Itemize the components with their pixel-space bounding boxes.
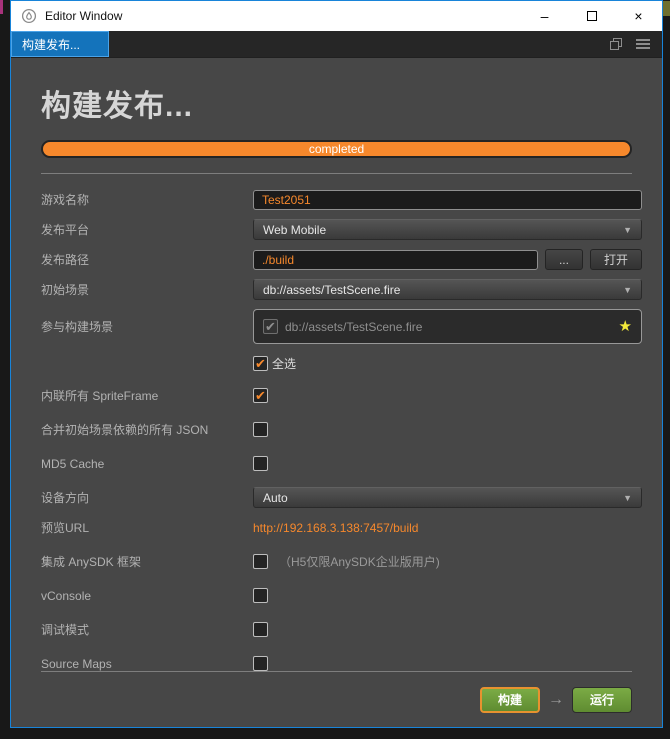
- background-accent-left: [0, 0, 3, 14]
- row-inline-spriteframe: 内联所有 SpriteFrame ✔: [41, 385, 642, 406]
- build-path-label: 发布路径: [41, 253, 90, 267]
- tab-build-publish[interactable]: 构建发布...: [11, 31, 109, 57]
- build-progress-bar: completed: [41, 140, 632, 158]
- star-icon[interactable]: ★: [619, 319, 632, 334]
- build-settings-form: 游戏名称 发布平台 Web Mobile ▼ 发布路径 ...: [41, 189, 642, 671]
- chevron-down-icon: ▼: [623, 284, 632, 295]
- scene-item-checkbox: ✔: [263, 319, 278, 334]
- build-path-input[interactable]: [253, 249, 538, 270]
- vconsole-label: vConsole: [41, 588, 92, 603]
- game-name-input[interactable]: [253, 189, 642, 210]
- page-title: 构建发布...: [41, 90, 194, 123]
- merge-json-label: 合并初始场景依赖的所有 JSON: [41, 423, 209, 437]
- divider-top: [41, 173, 632, 174]
- run-button[interactable]: 运行: [572, 686, 632, 713]
- platform-select[interactable]: Web Mobile ▼: [253, 219, 642, 240]
- orientation-selected-value: Auto: [263, 490, 288, 505]
- row-debug-mode: 调试模式: [41, 619, 642, 640]
- md5-cache-checkbox[interactable]: [253, 456, 268, 471]
- open-path-button[interactable]: 打开: [589, 249, 642, 270]
- anysdk-checkbox[interactable]: [253, 554, 268, 569]
- vconsole-checkbox[interactable]: [253, 588, 268, 603]
- row-build-path: 发布路径 ... 打开: [41, 249, 642, 270]
- start-scene-label: 初始场景: [41, 283, 90, 297]
- row-vconsole: vConsole: [41, 585, 642, 606]
- check-icon: ✔: [255, 388, 266, 403]
- source-maps-label: Source Maps: [41, 656, 112, 671]
- scene-item-path: db://assets/TestScene.fire: [285, 319, 423, 334]
- select-all-checkbox[interactable]: ✔: [253, 356, 268, 371]
- row-scenes-list: 参与构建场景 ✔ db://assets/TestScene.fire ★: [41, 309, 642, 344]
- float-panel-icon[interactable]: [610, 38, 622, 50]
- window-controls: – ×: [521, 1, 662, 31]
- inline-spriteframe-label: 内联所有 SpriteFrame: [41, 389, 159, 403]
- row-start-scene: 初始场景 db://assets/TestScene.fire ▼: [41, 279, 642, 300]
- debug-mode-label: 调试模式: [41, 623, 90, 637]
- chevron-down-icon: ▼: [623, 224, 632, 235]
- minimize-button[interactable]: –: [521, 1, 568, 31]
- background-accent-right: [663, 1, 670, 16]
- platform-selected-value: Web Mobile: [263, 222, 327, 237]
- row-select-all: ✔ 全选: [41, 353, 642, 374]
- arrow-right-icon: →: [548, 690, 564, 708]
- browse-path-button[interactable]: ...: [544, 249, 583, 270]
- row-source-maps: Source Maps: [41, 653, 642, 671]
- anysdk-label: 集成 AnySDK 框架: [41, 555, 142, 569]
- titlebar: Editor Window – ×: [11, 1, 662, 31]
- row-platform: 发布平台 Web Mobile ▼: [41, 219, 642, 240]
- source-maps-checkbox[interactable]: [253, 656, 268, 671]
- preview-url-link[interactable]: http://192.168.3.138:7457/build: [253, 521, 418, 535]
- row-preview-url: 预览URL http://192.168.3.138:7457/build: [41, 517, 642, 538]
- row-anysdk: 集成 AnySDK 框架 （H5仅限AnySDK企业版用户): [41, 551, 642, 572]
- tab-label: 构建发布...: [22, 37, 81, 52]
- close-icon: ×: [634, 8, 643, 24]
- debug-mode-checkbox[interactable]: [253, 622, 268, 637]
- merge-json-checkbox[interactable]: [253, 422, 268, 437]
- window-title: Editor Window: [45, 9, 123, 23]
- start-scene-select[interactable]: db://assets/TestScene.fire ▼: [253, 279, 642, 300]
- app-logo-icon: [21, 8, 37, 24]
- md5-cache-label: MD5 Cache: [41, 456, 105, 471]
- row-md5-cache: MD5 Cache: [41, 453, 642, 474]
- check-icon: ✔: [255, 356, 266, 371]
- row-game-name: 游戏名称: [41, 189, 642, 210]
- select-all-label: 全选: [272, 357, 297, 371]
- minimize-icon: –: [540, 8, 549, 24]
- chevron-down-icon: ▼: [623, 492, 632, 503]
- maximize-button[interactable]: [568, 1, 615, 31]
- start-scene-selected-value: db://assets/TestScene.fire: [263, 282, 401, 297]
- close-button[interactable]: ×: [615, 1, 662, 31]
- preview-url-label: 预览URL: [41, 521, 90, 535]
- build-button[interactable]: 构建: [480, 686, 540, 713]
- row-orientation: 设备方向 Auto ▼: [41, 487, 642, 508]
- inline-spriteframe-checkbox[interactable]: ✔: [253, 388, 268, 403]
- check-icon: ✔: [265, 319, 276, 334]
- editor-window: Editor Window – × 构建发布... 构建发布... comple…: [10, 0, 663, 728]
- tabbar-actions: [610, 31, 662, 57]
- row-merge-json: 合并初始场景依赖的所有 JSON: [41, 419, 642, 440]
- progress-status-text: completed: [308, 142, 365, 156]
- game-name-label: 游戏名称: [41, 193, 90, 207]
- orientation-select[interactable]: Auto ▼: [253, 487, 642, 508]
- maximize-icon: [586, 11, 597, 21]
- tab-bar: 构建发布...: [11, 31, 662, 58]
- panel-menu-icon[interactable]: [636, 39, 650, 49]
- platform-label: 发布平台: [41, 223, 90, 237]
- build-panel: 构建发布... completed 游戏名称 发布平台 Web Mobile ▼: [11, 58, 662, 671]
- scenes-label: 参与构建场景: [41, 320, 114, 334]
- orientation-label: 设备方向: [41, 491, 90, 505]
- footer-actions: 构建 → 运行: [41, 671, 632, 727]
- anysdk-note: （H5仅限AnySDK企业版用户): [279, 555, 440, 569]
- scene-list-panel: ✔ db://assets/TestScene.fire ★: [253, 309, 642, 344]
